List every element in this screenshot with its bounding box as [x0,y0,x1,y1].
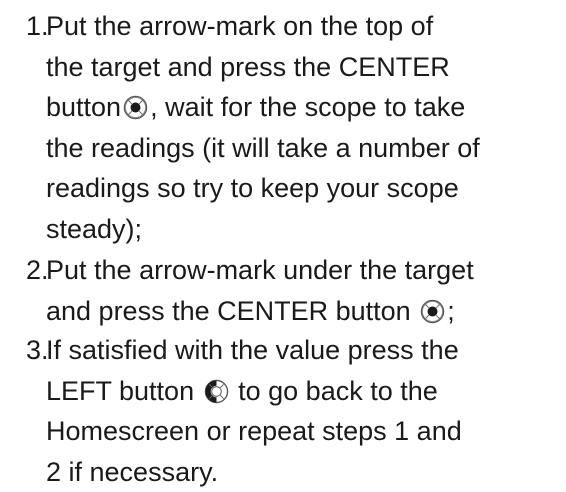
step-text-fragment: ; [447,296,455,326]
step-text-fragment: , wait for the scope to take [150,92,465,122]
step-line-with-icon: button , wait for the scope to take [46,87,551,128]
left-button-icon [204,379,229,404]
step-line: the target and press the CENTER [46,47,551,88]
step-text-fragment: and press the CENTER button [46,296,411,326]
center-button-icon [420,299,445,324]
center-button-icon [123,95,148,120]
step-line: readings so try to keep your scope [46,168,551,209]
step-line: the readings (it will take a number of [46,128,551,169]
step-line-with-icon: and press the CENTER button ; [46,291,551,332]
step-text: Put the arrow-mark on the top of the tar… [46,6,551,249]
step-line: Homescreen or repeat steps 1 and [46,411,551,452]
step-line: 2 if necessary. [46,452,551,492]
step-line: steady); [46,209,551,250]
step-line: If satisfied with the value press the [46,330,551,371]
step-text-fragment: button [46,92,121,122]
step-text-fragment: to go back to the [238,376,438,406]
step-text: If satisfied with the value press the LE… [46,330,551,492]
step-line-with-icon: LEFT button to go back to the [46,371,551,412]
step-text-fragment: LEFT button [46,376,194,406]
step-text: Put the arrow-mark under the target and … [46,250,551,331]
step-line: Put the arrow-mark under the target [46,250,551,291]
step-line: Put the arrow-mark on the top of [46,6,551,47]
